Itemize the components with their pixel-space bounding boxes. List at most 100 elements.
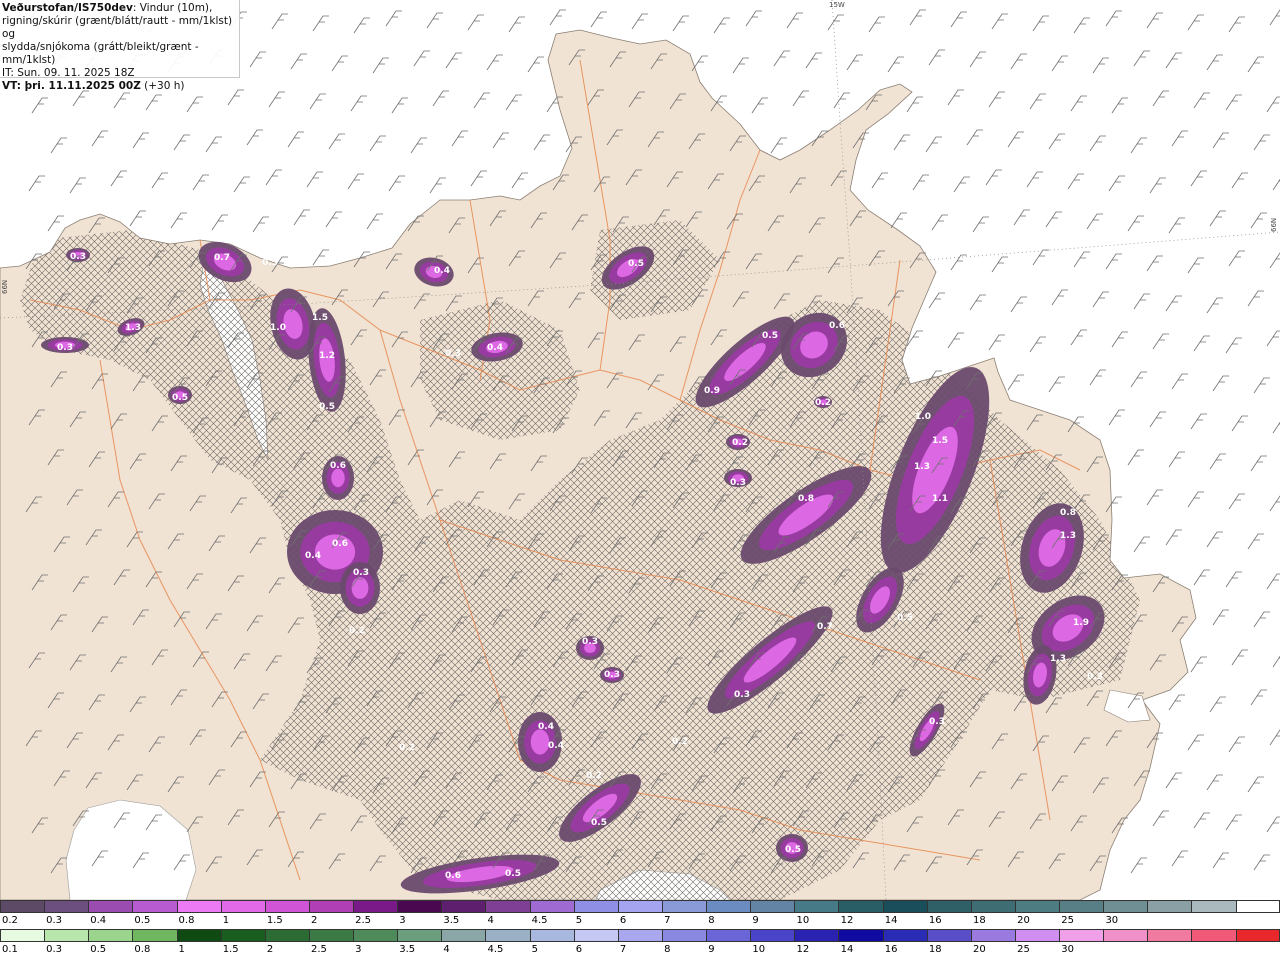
colorbar-label: 0.5 [90,944,107,955]
colorbar-swatch [1191,929,1236,942]
colorbar-label: 30 [1061,944,1075,955]
precip-value-label: 0.5 [319,402,335,412]
colorbar-label: 3 [399,915,406,926]
colorbar-label: 7 [664,915,671,926]
colorbar-swatch [353,900,398,913]
colorbar-swatch [397,900,442,913]
precip-value-label: 0.6 [330,461,346,471]
precip-value-label: 0.5 [762,331,778,341]
variable-label: : Vindur (10m), [132,2,213,14]
colorbar-label: 9 [752,915,759,926]
precip-value-label: 0.6 [829,321,845,331]
colorbar-swatch [397,929,442,942]
colorbar-swatch [617,929,662,942]
colorbar-label: 1 [178,944,185,955]
colorbar-label: 5 [531,944,539,955]
colorbar-swatch [1103,929,1148,942]
colorbar-swatch [88,900,133,913]
colorbar-label: 0.8 [134,944,151,955]
colorbar-swatch [573,929,618,942]
colorbar-swatch [750,900,795,913]
map-info-box: Veðurstofan/IS750dev: Vindur (10m), rign… [0,0,240,92]
colorbar-swatch [220,929,265,942]
colorbar-swatch [485,929,530,942]
lead-time: (+30 h) [140,80,185,92]
init-time: IT: Sun. 09. 11. 2025 18Z [2,67,135,79]
colorbar-swatch [485,900,530,913]
precip-value-label: 1.3 [125,323,141,333]
precip-value-label: 0.3 [353,568,369,578]
colorbar-label: 7 [619,944,627,955]
colorbar-label: 8 [664,944,671,955]
colorbar-swatch [308,929,353,942]
colorbar-label: 18 [973,915,986,926]
colorbar-swatch [264,900,309,913]
colorbar-label: 0.4 [90,915,107,926]
colorbar-swatch [838,929,883,942]
colorbar-label: 6 [575,944,583,955]
colorbar-swatch [970,929,1015,942]
precip-value-label: 0.3 [734,690,750,700]
precip-value-label: 0.8 [1060,508,1076,518]
colorbar-swatch [926,929,971,942]
colorbar-swatch [529,929,574,942]
colorbar-label: 10 [752,944,766,955]
snow-colorbar-labels: 0.2 0.3 0.4 0.5 0.8 1 1.5 2 2.5 3 3.5 4 4.5 5 6 7 8 9 10 12… [0,915,1280,928]
colorbar-label: 12 [796,944,810,955]
precip-value-label: 0.5 [262,258,278,268]
colorbar-label: 18 [928,944,942,955]
colorbar-label: 6 [619,915,627,926]
rain-description: rigning/skúrir (grænt/blátt/rautt - mm/1… [2,15,233,40]
precip-value-label: 0.4 [548,741,564,751]
colorbar-swatch [1191,900,1236,913]
precip-value-label: 1.9 [1073,618,1089,628]
precip-value-label: 0.8 [798,494,814,504]
colorbar-swatch [661,900,706,913]
precip-value-label: 1.2 [319,351,335,361]
colorbar-swatch [1147,929,1192,942]
precip-value-label: 0.3 [57,343,73,353]
colorbar-label: 9 [708,944,715,955]
colorbar-swatch [706,900,751,913]
precip-value-label: 0.5 [591,818,607,828]
precip-value-label: 0.5 [785,845,801,855]
colorbar-swatch [1059,900,1104,913]
colorbar-swatch [88,929,133,942]
colorbar-label: 4.5 [531,915,548,926]
precip-value-label: 0.2 [586,771,602,781]
colorbar-swatch [220,900,265,913]
colorbar-swatch [441,929,486,942]
rain-colorbar-labels: 0.1 0.3 0.5 0.8 1 1.5 2 2.5 3 3.5 4 4.5 5 6 7 8 9 10 12 14 1… [0,944,1280,957]
precip-value-label: 0.7 [214,253,230,263]
colorbar-label: 4 [487,915,494,926]
colorbar-swatch [794,929,839,942]
colorbar-swatch [926,900,971,913]
precip-value-label: 1.3 [1050,654,1066,664]
precip-value-label: 0.3 [929,717,945,727]
precip-value-label: 0.5 [897,613,913,623]
precip-value-label: 1.1 [932,494,948,504]
precip-value-label: 0.5 [172,393,188,403]
colorbar-swatch [0,929,45,942]
colorbar-swatch [750,929,795,942]
colorbar-swatch [661,929,706,942]
colorbar-label: 3.5 [399,944,416,955]
colorbar-label: 25 [1017,944,1030,955]
weather-map[interactable]: 0.3 0.7 0.5 1.3 0.3 1.0 1.5 1.2 0.5 0.6 0.4 0.5 0.3 0… [0,0,1280,900]
colorbar-label: 2 [310,915,318,926]
colorbar-label: 10 [796,915,810,926]
colorbar-label: 2.5 [355,915,371,926]
colorbar-swatch [1235,900,1280,913]
colorbar-label: 20 [973,944,986,955]
rain-colorbar: 0.1 0.3 0.5 0.8 1 1.5 2 2.5 3 3.5 4 4.5 5 6 7 8 9 10 12 14 1… [0,929,1280,958]
colorbar-swatch [1059,929,1104,942]
colorbar-label: 5 [575,915,583,926]
snow-colorbar: 0.2 0.3 0.4 0.5 0.8 1 1.5 2 2.5 3 3.5 4 4.5 5 6 7 8 9 10 12… [0,900,1280,929]
colorbar-label: 0.1 [2,944,18,955]
colorbar-swatch [706,929,751,942]
colorbar-swatch [132,929,177,942]
colorbar-swatch [0,900,45,913]
precip-value-label: 0.2 [672,737,688,747]
colorbar-swatch [441,900,486,913]
colorbar-label: 2 [266,944,274,955]
